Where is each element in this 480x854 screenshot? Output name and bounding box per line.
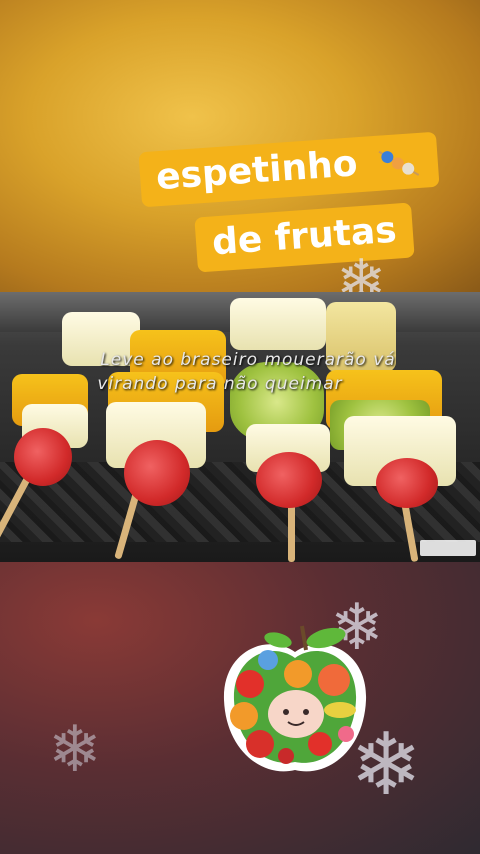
photo-watermark: [420, 540, 476, 556]
strawberry-piece: [14, 428, 72, 486]
strawberry-piece: [256, 452, 322, 508]
caption-overlay: Leve ao braseiro mouerarão vá virando pa…: [0, 348, 480, 396]
caption-line2: virando para não queimar: [97, 374, 343, 394]
snowflake-icon: ❄: [48, 713, 102, 787]
skewer-icon: [375, 143, 423, 182]
apple-fruit-sticker-icon: [216, 622, 374, 780]
caption-line1: Leve ao braseiro mouerarão vá: [100, 350, 396, 370]
fruit-skewers-photo: [0, 292, 480, 562]
title-text-line1: espetinho: [154, 143, 359, 199]
strawberry-piece: [376, 458, 438, 508]
banana-piece: [230, 298, 326, 350]
strawberry-piece: [124, 440, 190, 506]
